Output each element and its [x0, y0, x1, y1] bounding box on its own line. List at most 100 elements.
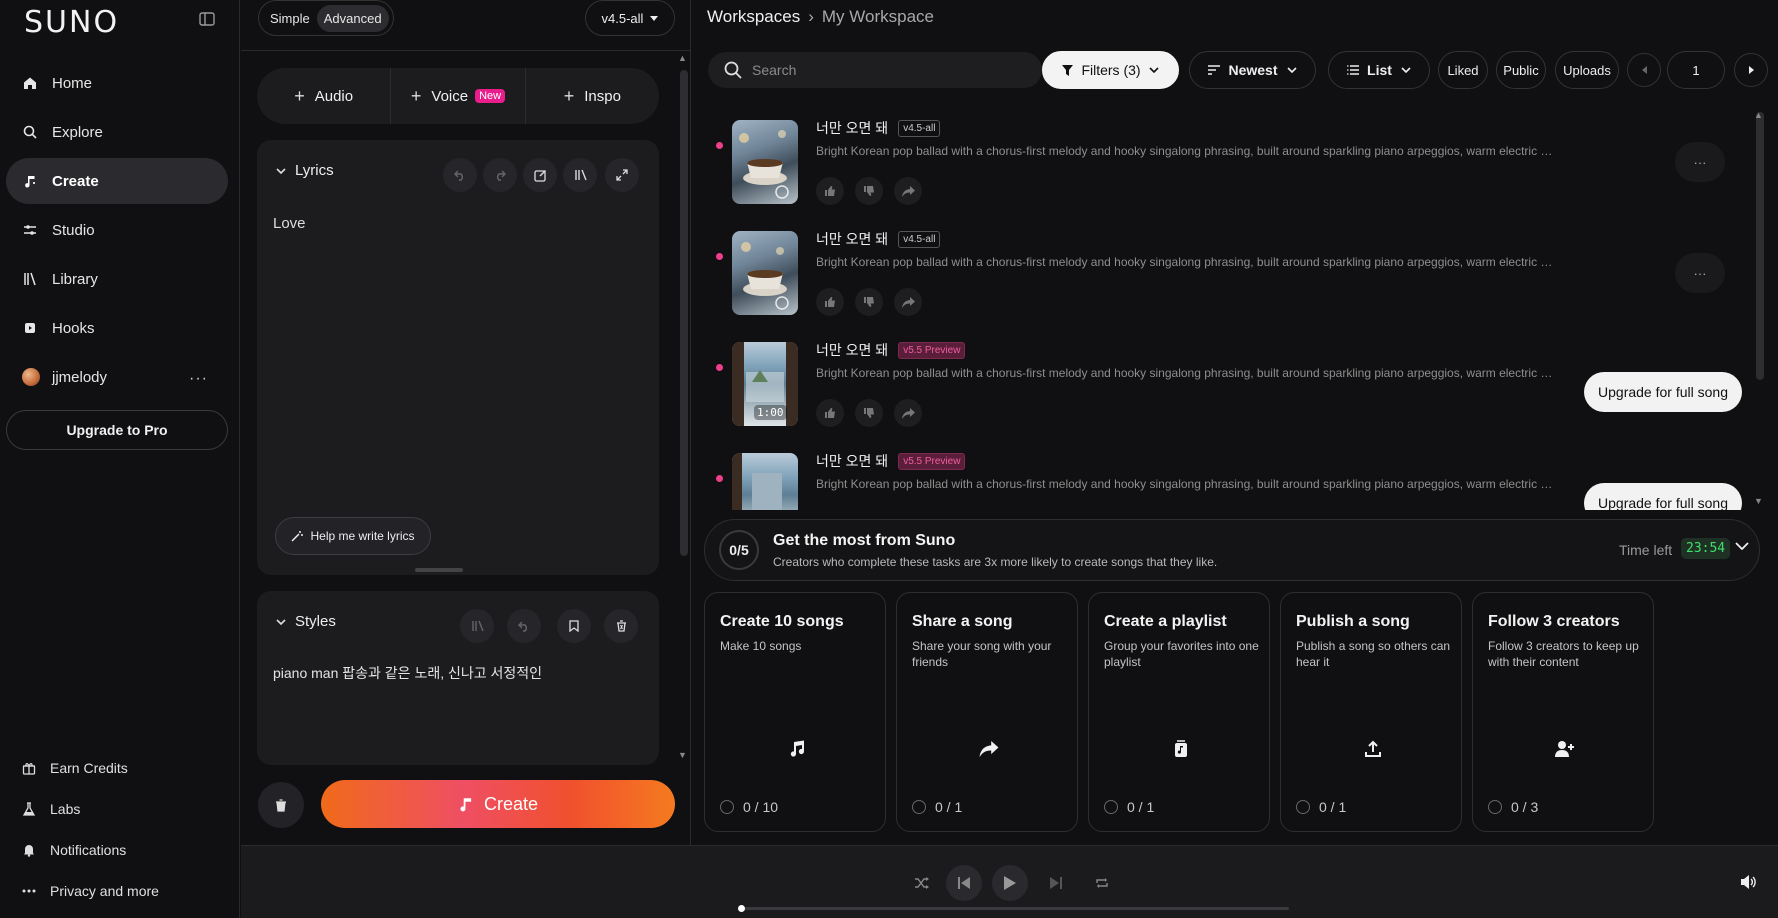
- skip-forward-icon: [1050, 877, 1062, 889]
- dislike-button[interactable]: [855, 399, 883, 427]
- dislike-button[interactable]: [855, 288, 883, 316]
- sidebar-item-earn-credits[interactable]: Earn Credits: [22, 760, 128, 776]
- song-more-button[interactable]: ···: [1675, 253, 1725, 293]
- add-voice-button[interactable]: + Voice New: [391, 68, 526, 124]
- repeat-button[interactable]: [1084, 865, 1120, 901]
- sidebar-item-explore[interactable]: Explore: [6, 109, 228, 155]
- song-cover[interactable]: [732, 120, 798, 204]
- chevron-down-icon[interactable]: [1735, 542, 1749, 550]
- shuffle-button[interactable]: [904, 865, 940, 901]
- mode-simple-tab[interactable]: Simple: [263, 5, 317, 32]
- upgrade-full-song-button[interactable]: Upgrade for full song: [1584, 372, 1742, 412]
- share-button[interactable]: [894, 288, 922, 316]
- task-card-publish-song[interactable]: Publish a song Publish a song so others …: [1280, 592, 1462, 832]
- task-card-create-songs[interactable]: Create 10 songs Make 10 songs 0 / 10: [704, 592, 886, 832]
- resize-handle[interactable]: [415, 568, 463, 572]
- scroll-down-icon[interactable]: ▼: [678, 750, 687, 760]
- clear-all-button[interactable]: [258, 782, 304, 828]
- share-button[interactable]: [894, 177, 922, 205]
- song-title[interactable]: 너만 오면 돼 v5.5 Preview: [816, 340, 966, 360]
- song-list-scrollbar[interactable]: [1756, 112, 1764, 380]
- expand-lyrics-button[interactable]: [605, 158, 639, 192]
- styles-textarea[interactable]: piano man 팝송과 같은 노래, 신나고 서정적인: [273, 663, 542, 683]
- suno-logo[interactable]: SUNO: [24, 5, 119, 40]
- sort-button[interactable]: Newest: [1189, 51, 1316, 89]
- task-card-create-playlist[interactable]: Create a playlist Group your favorites i…: [1088, 592, 1270, 832]
- sidebar-item-library[interactable]: Library: [6, 256, 228, 302]
- filters-button[interactable]: Filters (3): [1042, 51, 1179, 89]
- liked-filter-button[interactable]: Liked: [1438, 51, 1488, 89]
- seek-bar[interactable]: [741, 907, 1289, 910]
- sidebar-item-notifications[interactable]: Notifications: [22, 842, 126, 858]
- volume-icon[interactable]: [1741, 875, 1757, 889]
- previous-track-button[interactable]: [946, 865, 982, 901]
- lyrics-library-button[interactable]: [563, 158, 597, 192]
- song-row[interactable]: 1:00 너만 오면 돼 v5.5 Preview Bright Korean …: [692, 322, 1762, 427]
- profile-more-icon[interactable]: ···: [189, 370, 208, 388]
- next-track-button[interactable]: [1038, 865, 1074, 901]
- lyrics-header[interactable]: Lyrics: [275, 162, 334, 179]
- caret-right-icon: [1748, 66, 1754, 74]
- song-row[interactable]: 너만 오면 돼 v4.5-all Bright Korean pop balla…: [692, 211, 1762, 316]
- song-cover[interactable]: 1:00: [732, 342, 798, 426]
- edit-lyrics-button[interactable]: [523, 158, 557, 192]
- sidebar-item-studio[interactable]: Studio: [6, 207, 228, 253]
- sidebar-item-privacy[interactable]: Privacy and more: [22, 883, 159, 899]
- song-title[interactable]: 너만 오면 돼 v4.5-all: [816, 229, 941, 249]
- breadcrumb-workspaces[interactable]: Workspaces: [707, 7, 800, 27]
- sidebar-item-profile[interactable]: jjmelody ···: [6, 354, 228, 400]
- create-button[interactable]: Create: [321, 780, 675, 828]
- uploads-filter-button[interactable]: Uploads: [1555, 51, 1619, 89]
- upgrade-to-pro-button[interactable]: Upgrade to Pro: [6, 410, 228, 450]
- styles-bookmark-button[interactable]: [557, 609, 591, 643]
- task-card-follow-creators[interactable]: Follow 3 creators Follow 3 creators to k…: [1472, 592, 1654, 832]
- model-select[interactable]: v4.5-all: [585, 0, 675, 36]
- song-title[interactable]: 너만 오면 돼 v4.5-all: [816, 118, 941, 138]
- seek-handle[interactable]: [738, 905, 745, 912]
- sidebar-item-home[interactable]: Home: [6, 60, 228, 106]
- styles-clear-button[interactable]: [604, 609, 638, 643]
- lyrics-textarea[interactable]: Love: [273, 215, 306, 232]
- styles-header[interactable]: Styles: [275, 613, 336, 630]
- help-write-lyrics-button[interactable]: Help me write lyrics: [275, 517, 431, 555]
- page-number[interactable]: 1: [1667, 51, 1725, 89]
- onboarding-banner[interactable]: 0/5 Get the most from Suno Creators who …: [704, 519, 1760, 581]
- song-row[interactable]: 너만 오면 돼 v5.5 Preview Bright Korean pop b…: [692, 433, 1762, 510]
- search-input[interactable]: [752, 62, 1012, 78]
- next-page-button[interactable]: [1734, 53, 1768, 87]
- dislike-button[interactable]: [855, 177, 883, 205]
- panel-scrollbar[interactable]: [680, 70, 688, 556]
- song-row[interactable]: 너만 오면 돼 v4.5-all Bright Korean pop balla…: [692, 100, 1762, 205]
- play-button[interactable]: [992, 865, 1028, 901]
- redo-button[interactable]: [483, 158, 517, 192]
- scroll-up-icon[interactable]: ▲: [678, 53, 687, 63]
- view-button[interactable]: List: [1328, 51, 1430, 89]
- scroll-up-icon[interactable]: ▲: [1754, 110, 1763, 120]
- share-button[interactable]: [894, 399, 922, 427]
- scroll-down-icon[interactable]: ▼: [1754, 496, 1763, 506]
- song-title[interactable]: 너만 오면 돼 v5.5 Preview: [816, 451, 966, 471]
- like-button[interactable]: [816, 177, 844, 205]
- task-card-share-song[interactable]: Share a song Share your song with your f…: [896, 592, 1078, 832]
- create-panel: Simple Advanced v4.5-all + Audio + Voice…: [241, 0, 691, 845]
- unplayed-dot: [716, 142, 723, 149]
- add-inspo-button[interactable]: + Inspo: [526, 68, 659, 124]
- sidebar-item-create[interactable]: Create: [6, 158, 228, 204]
- song-cover[interactable]: [732, 231, 798, 315]
- prev-page-button[interactable]: [1627, 53, 1661, 87]
- version-badge: v4.5-all: [898, 119, 941, 137]
- upgrade-full-song-button[interactable]: Upgrade for full song: [1584, 483, 1742, 510]
- sidebar-item-labs[interactable]: Labs: [22, 801, 80, 817]
- like-button[interactable]: [816, 288, 844, 316]
- public-filter-button[interactable]: Public: [1496, 51, 1546, 89]
- add-audio-button[interactable]: + Audio: [257, 68, 392, 124]
- song-cover[interactable]: [732, 453, 798, 510]
- sidebar-item-hooks[interactable]: Hooks: [6, 305, 228, 351]
- song-more-button[interactable]: ···: [1675, 142, 1725, 182]
- undo-button[interactable]: [443, 158, 477, 192]
- styles-library-button[interactable]: [460, 609, 494, 643]
- mode-advanced-tab[interactable]: Advanced: [316, 4, 389, 32]
- sidebar-collapse-icon[interactable]: [198, 11, 216, 27]
- like-button[interactable]: [816, 399, 844, 427]
- styles-undo-button[interactable]: [507, 609, 541, 643]
